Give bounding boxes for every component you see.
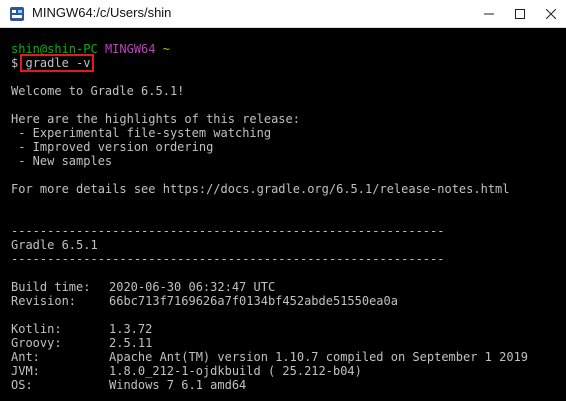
info-value: 2020-06-30 06:32:47 UTC (109, 280, 276, 294)
close-icon (546, 8, 556, 19)
info-key: Ant: (11, 350, 40, 364)
separator-line: ----------------------------------------… (11, 224, 445, 238)
terminal-output[interactable]: shin@shin-PC MINGW64 ~ $ gradle -v Welco… (0, 28, 566, 401)
prompt-symbol: $ (11, 56, 19, 70)
minimize-button[interactable] (474, 0, 504, 27)
close-button[interactable] (536, 0, 566, 27)
info-value: Windows 7 6.1 amd64 (109, 378, 247, 392)
info-value: Apache Ant(TM) version 1.10.7 compiled o… (109, 350, 529, 364)
separator-line: ----------------------------------------… (11, 252, 445, 266)
prompt-system: MINGW64 (104, 42, 156, 56)
mingw-icon (10, 7, 24, 21)
welcome-line: Welcome to Gradle 6.5.1! (11, 84, 185, 98)
highlight-item: - Experimental file-system watching (11, 126, 272, 140)
details-line: For more details see https://docs.gradle… (11, 182, 510, 196)
command-highlight-box (20, 54, 94, 72)
highlight-item: - New samples (11, 154, 113, 168)
maximize-icon (515, 8, 525, 19)
info-key: JVM: (11, 364, 40, 378)
prompt-path: ~ (162, 42, 170, 56)
highlights-heading: Here are the highlights of this release: (11, 112, 300, 126)
maximize-button[interactable] (505, 0, 535, 27)
minimize-icon (484, 13, 494, 14)
info-key: OS: (11, 378, 33, 392)
terminal-window: MINGW64:/c/Users/shin shin@shin-PC MINGW… (0, 0, 566, 401)
highlight-item: - Improved version ordering (11, 140, 214, 154)
info-key: Kotlin: (11, 322, 62, 336)
title-bar[interactable]: MINGW64:/c/Users/shin (0, 0, 566, 28)
info-key: Revision: (11, 294, 77, 308)
version-line: Gradle 6.5.1 (11, 238, 98, 252)
info-key: Build time: (11, 280, 91, 294)
info-value: 2.5.11 (109, 336, 153, 350)
info-key: Groovy: (11, 336, 62, 350)
info-value: 66bc713f7169626a7f0134bf452abde51550ea0a (109, 294, 398, 308)
window-title: MINGW64:/c/Users/shin (32, 5, 172, 20)
info-value: 1.8.0_212-1-ojdkbuild ( 25.212-b04) (109, 364, 362, 378)
info-value: 1.3.72 (109, 322, 153, 336)
